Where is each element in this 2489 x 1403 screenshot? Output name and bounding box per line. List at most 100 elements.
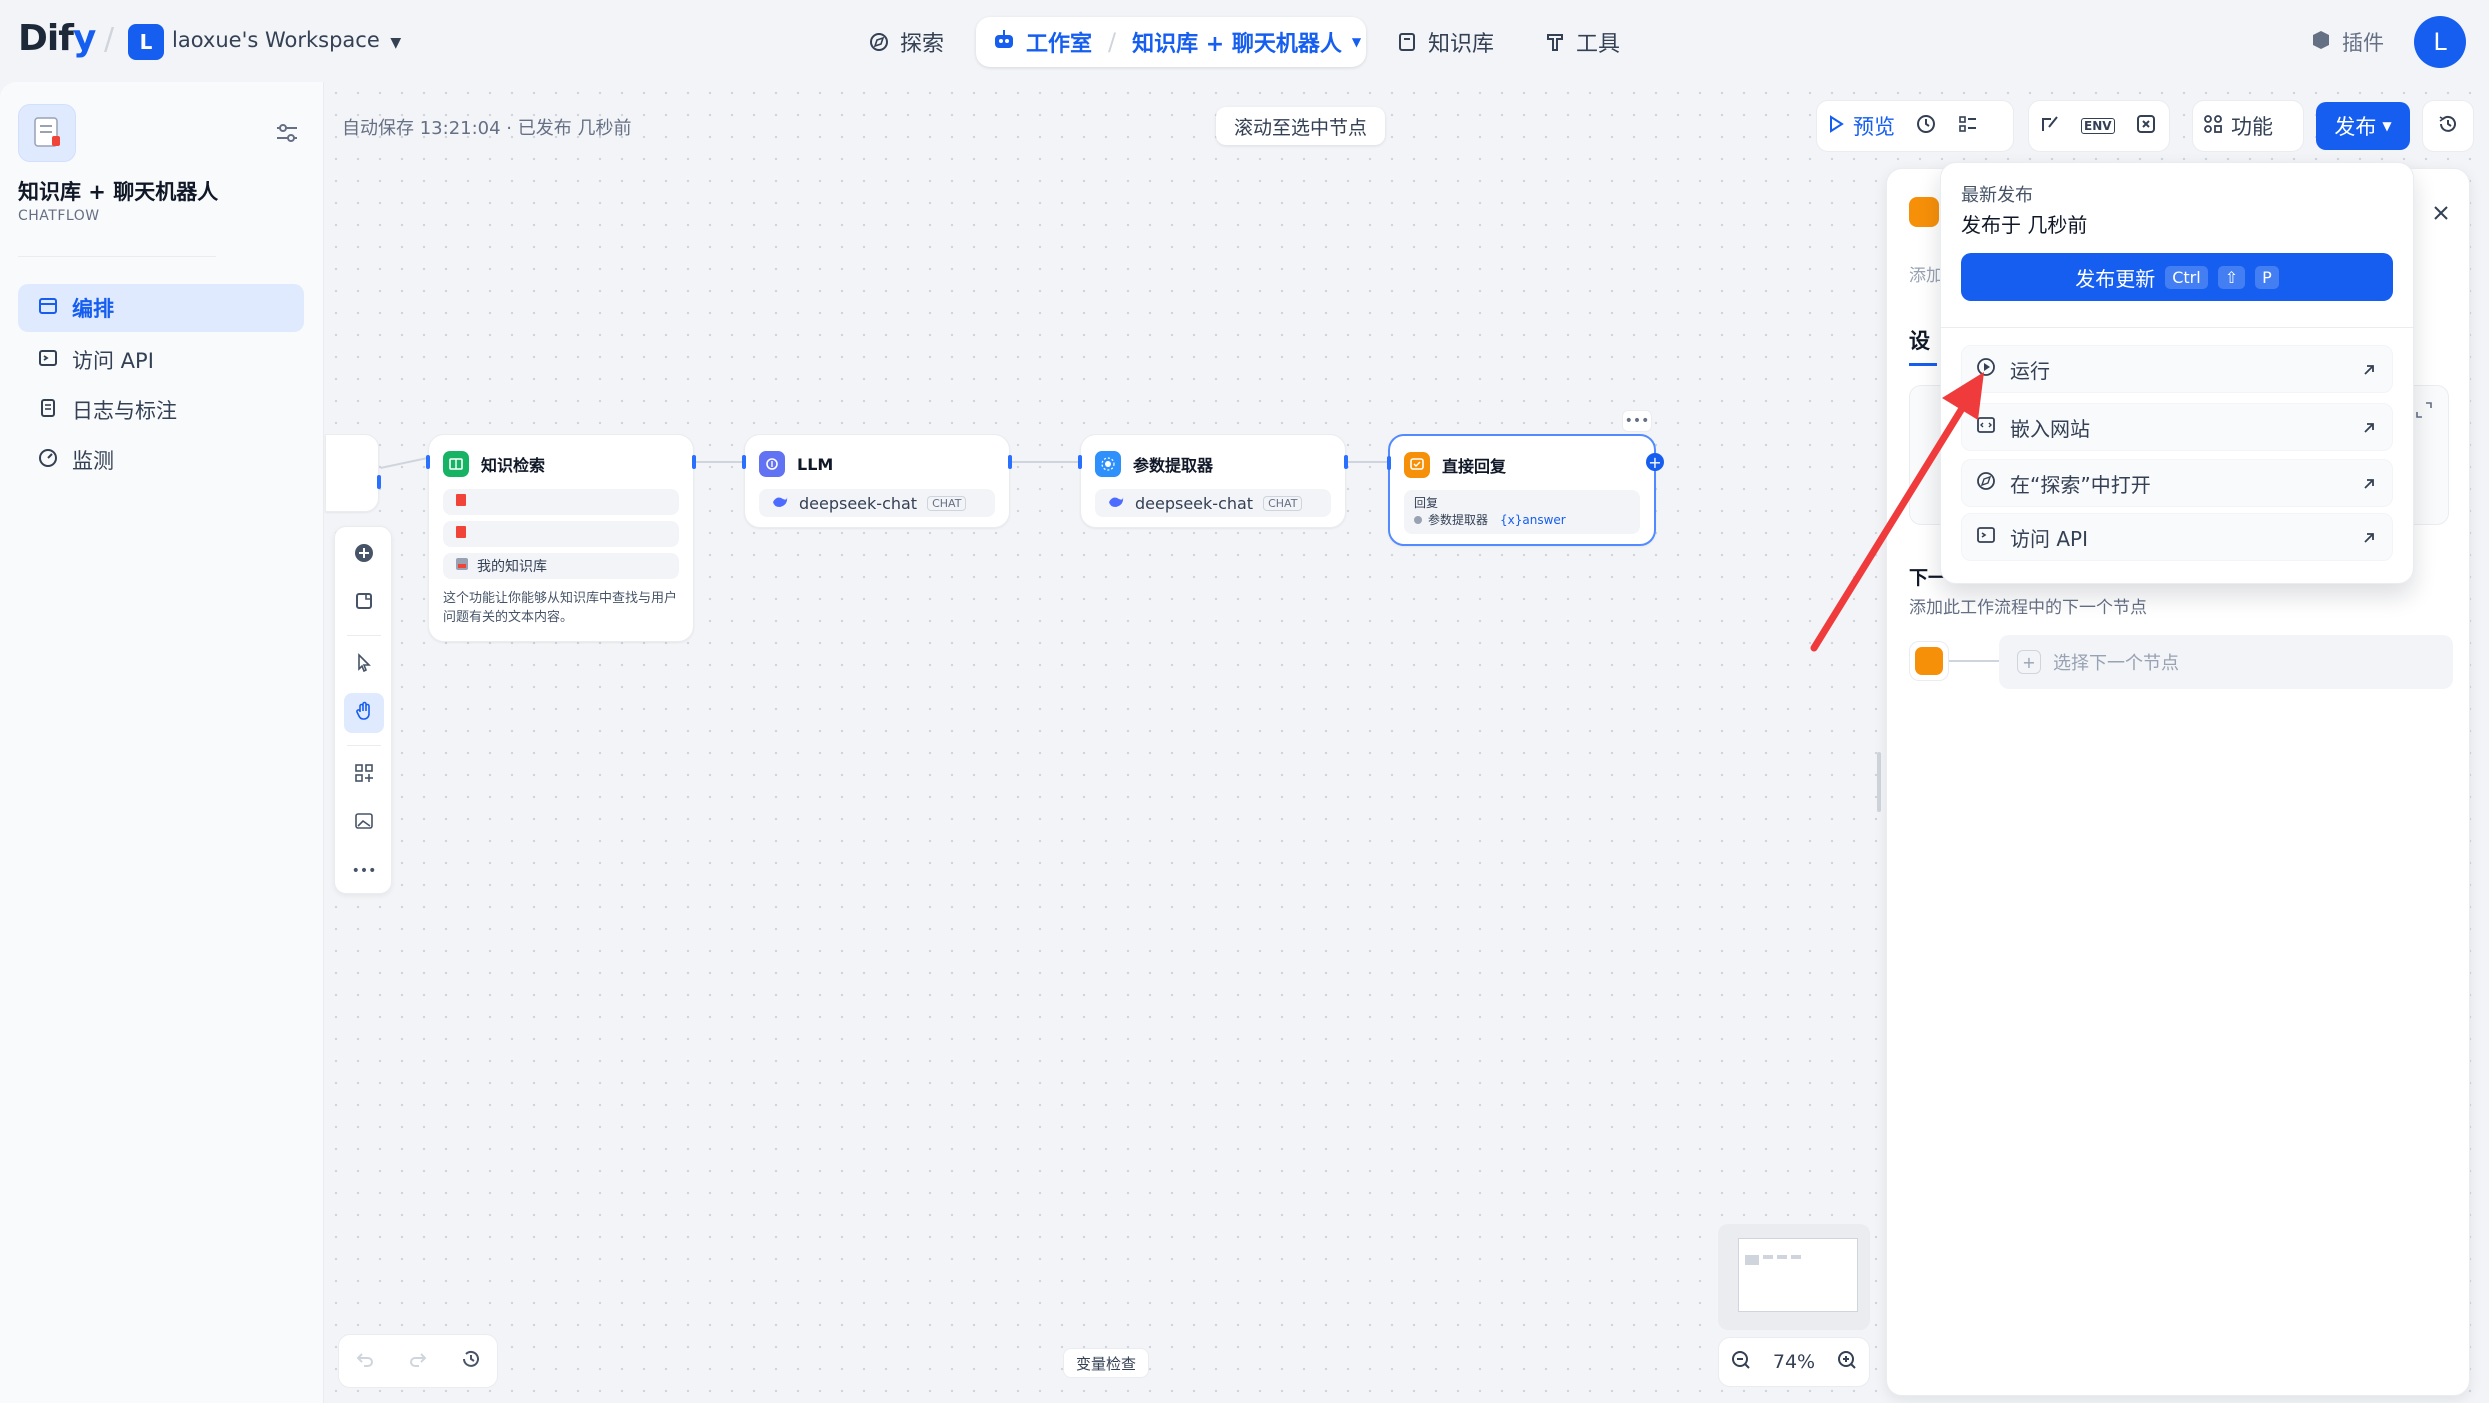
checklist-button[interactable] <box>1905 106 1947 146</box>
add-description[interactable]: 添加 <box>1909 261 1943 286</box>
pointer-mode-button[interactable] <box>344 645 384 685</box>
chevron-down-icon: ▼ <box>390 35 402 51</box>
terminal-icon <box>38 348 58 373</box>
nav-explore[interactable]: 探索 <box>868 26 944 58</box>
embed-icon <box>1976 415 1996 440</box>
plugin-button[interactable]: 插件 <box>2310 27 2384 57</box>
sidebar-item-monitor[interactable]: 监测 <box>18 436 304 484</box>
extract-icon <box>1095 451 1121 477</box>
list-button[interactable] <box>1947 106 1989 146</box>
autosave-status: 自动保存 13:21:04 · 已发布 几秒前 <box>342 118 632 139</box>
plus-circle-icon <box>353 542 375 568</box>
sidebar-item-orchestrate[interactable]: 编排 <box>18 284 304 332</box>
nav-knowledge[interactable]: 知识库 <box>1396 26 1494 58</box>
deepseek-icon <box>1107 494 1125 513</box>
add-node-plus-icon[interactable]: + <box>1646 453 1664 472</box>
zoom-level[interactable]: 74% <box>1773 1351 1815 1373</box>
direct-reply-node[interactable]: + ••• 直接回复 回复 参数提取器 {x}answer <box>1387 410 1664 546</box>
env-icon: ENV <box>2081 118 2115 134</box>
app-icon[interactable] <box>18 104 76 162</box>
preview-button[interactable]: 预览 <box>1817 106 1905 146</box>
redo-icon[interactable] <box>407 1348 429 1374</box>
node-output-handle[interactable] <box>692 455 696 469</box>
arrow-up-right-icon <box>2360 418 2378 436</box>
add-note-button[interactable] <box>344 583 384 623</box>
preview-toolbar: 预览 <box>1816 100 2014 152</box>
publish-update-button[interactable]: 发布更新 Ctrl ⇧ P <box>1961 253 2393 301</box>
sidebar-item-api[interactable]: 访问 API <box>18 336 304 384</box>
knowledge-item <box>443 521 679 547</box>
knowledge-item: 我的知识库 <box>443 553 679 579</box>
select-next-node-button[interactable]: + 选择下一个节点 <box>1999 635 2453 689</box>
breadcrumb-separator: / <box>104 22 115 57</box>
scroll-to-selected-button[interactable]: 滚动至选中节点 <box>1216 107 1386 145</box>
user-avatar[interactable]: L <box>2414 16 2466 68</box>
node-dot-icon <box>1414 515 1422 524</box>
reply-icon <box>1915 647 1943 675</box>
node-input-handle[interactable] <box>1078 455 1082 469</box>
deepseek-icon <box>771 494 789 513</box>
node-output-handle[interactable] <box>1344 455 1348 469</box>
sliders-icon[interactable] <box>274 120 300 146</box>
expand-icon[interactable] <box>2414 400 2434 424</box>
compass-icon <box>868 31 890 53</box>
parameter-extractor-node[interactable]: 参数提取器 deepseek-chat CHAT <box>1078 434 1348 528</box>
model-selector: deepseek-chat CHAT <box>1095 489 1331 517</box>
minimap[interactable] <box>1718 1224 1870 1330</box>
close-icon[interactable] <box>2428 200 2454 226</box>
left-sidebar: 知识库 + 聊天机器人 CHATFLOW 编排 访问 API 日志与标注 监测 <box>0 82 324 1403</box>
open-in-explore-item[interactable]: 在“探索”中打开 <box>1961 459 2393 507</box>
variable-inspect-button[interactable]: 变量检查 <box>1063 1348 1150 1378</box>
llm-node[interactable]: LLM deepseek-chat CHAT <box>742 434 1012 528</box>
chevron-down-icon: ▼ <box>1351 35 1362 49</box>
nav-tools[interactable]: 工具 <box>1544 26 1620 58</box>
share-button[interactable] <box>2029 106 2071 146</box>
dashboard-icon <box>38 448 58 473</box>
zoom-in-icon[interactable] <box>1836 1349 1858 1376</box>
publish-button[interactable]: 发布 ▼ <box>2316 102 2410 150</box>
workspace-avatar[interactable]: L <box>128 24 164 60</box>
panel-resize-handle[interactable] <box>1877 752 1881 812</box>
variable-icon <box>2135 113 2157 140</box>
hand-mode-button[interactable] <box>344 693 384 733</box>
minimap-viewport <box>1738 1238 1858 1312</box>
run-app-item[interactable]: 运行 <box>1961 345 2393 393</box>
node-output-handle[interactable] <box>377 475 381 489</box>
undo-icon[interactable] <box>354 1348 376 1374</box>
tab-settings[interactable]: 设 <box>1909 325 1930 355</box>
zoom-out-icon[interactable] <box>1730 1349 1752 1376</box>
more-tools-button[interactable]: ••• <box>344 851 384 891</box>
arrow-up-right-icon <box>2360 360 2378 378</box>
nav-studio[interactable]: 工作室 / 知识库 + 聊天机器人 ▼ <box>976 17 1366 67</box>
current-app-switcher[interactable]: 知识库 + 聊天机器人 <box>1132 26 1342 58</box>
history-icon <box>2437 113 2459 139</box>
history-icon[interactable] <box>460 1348 482 1374</box>
export-image-button[interactable] <box>344 803 384 843</box>
node-input-handle[interactable] <box>742 455 746 469</box>
version-history-button[interactable] <box>2422 100 2474 152</box>
features-button[interactable]: 功能 <box>2193 106 2283 146</box>
node-input-handle[interactable] <box>1387 456 1391 470</box>
undo-redo-toolbar <box>338 1334 498 1388</box>
node-output-handle[interactable] <box>1008 455 1012 469</box>
tool-icon <box>1544 31 1566 53</box>
env-button[interactable]: ENV <box>2071 106 2125 146</box>
embed-website-item[interactable]: 嵌入网站 <box>1961 403 2393 451</box>
more-options-icon[interactable]: ••• <box>1622 410 1652 432</box>
add-node-button[interactable] <box>344 535 384 575</box>
workflow-edge <box>1346 461 1388 463</box>
access-api-item[interactable]: 访问 API <box>1961 513 2393 561</box>
workspace-switcher[interactable]: laoxue's Workspace ▼ <box>172 28 401 52</box>
sidebar-item-logs[interactable]: 日志与标注 <box>18 386 304 434</box>
dify-logo[interactable]: Dify <box>18 18 96 59</box>
divider <box>1941 327 2415 328</box>
top-bar: Dify / L laoxue's Workspace ▼ 探索 工作室 / 知… <box>0 0 2489 82</box>
next-step-desc: 添加此工作流程中的下一个节点 <box>1909 598 2147 618</box>
start-node-partial[interactable] <box>325 434 381 512</box>
knowledge-retrieval-node[interactable]: 知识检索 我的知识库 这个功能让你能够从知识库中查找与用户问题有关的文本内容。 <box>426 434 696 642</box>
node-input-handle[interactable] <box>426 455 430 469</box>
organize-button[interactable] <box>344 755 384 795</box>
conversation-var-button[interactable] <box>2125 106 2167 146</box>
edit-export-icon <box>2039 113 2061 140</box>
document-icon <box>455 493 467 511</box>
